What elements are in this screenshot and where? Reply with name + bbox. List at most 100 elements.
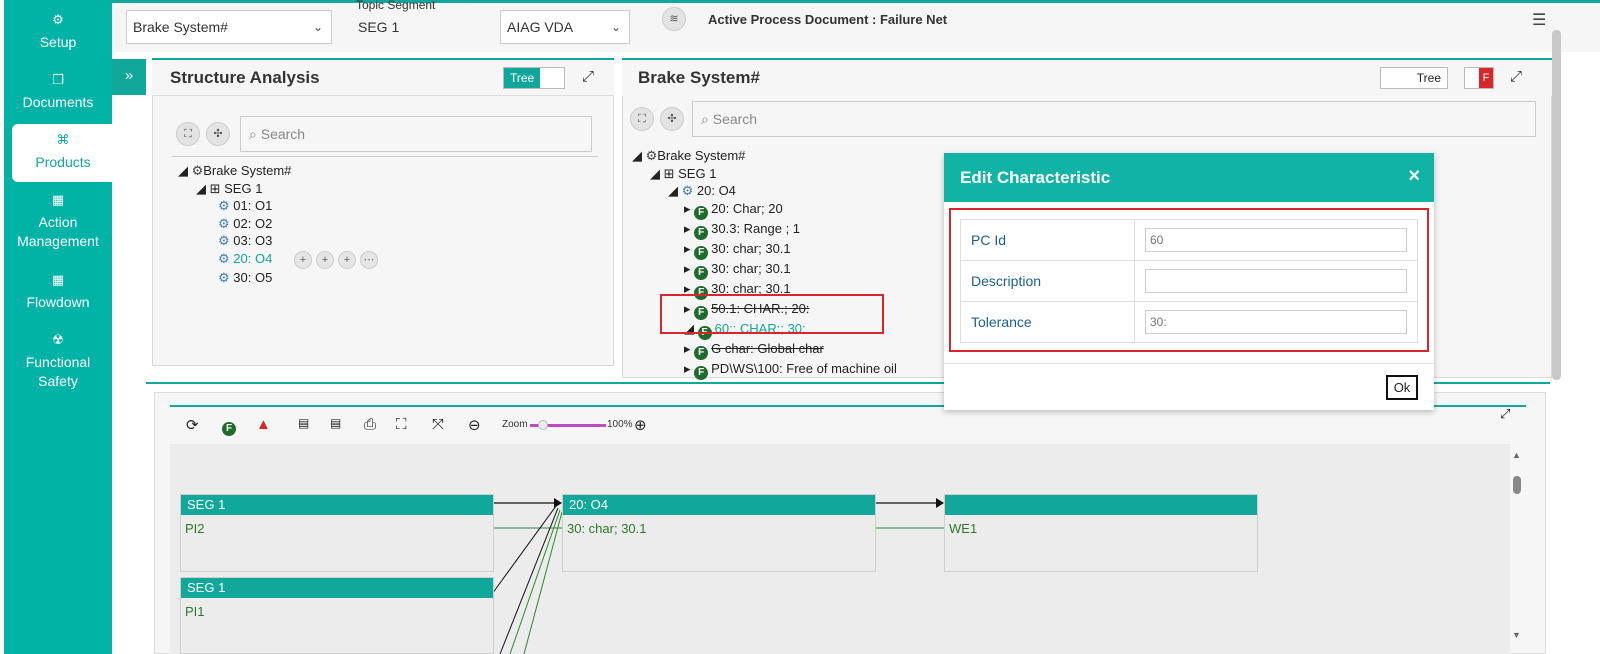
gear-icon: ⚙ [218, 198, 230, 213]
fullscreen-icon[interactable]: ⤧ [432, 416, 444, 433]
failure-toggle[interactable]: F [1464, 67, 1494, 89]
maximize-icon[interactable]: ⤢ [1500, 406, 1510, 422]
add-icon[interactable]: + [337, 250, 356, 269]
brake-tree-toggle[interactable]: Tree [1380, 67, 1448, 89]
tree-item[interactable]: 01: O1 [233, 198, 272, 213]
tree-item[interactable]: 30: O5 [233, 270, 272, 285]
gears-icon: ⚙ [191, 163, 204, 178]
search-icon: ⌕ [249, 126, 261, 142]
structure-title: Structure Analysis [170, 68, 320, 87]
function-badge-icon: F [694, 225, 709, 240]
structure-icon: ⊞ [663, 165, 675, 181]
expand-panel-button[interactable]: » [112, 59, 146, 95]
page-scrollbar[interactable] [1552, 30, 1561, 380]
tree-item[interactable]: 30: char; 30.1 [711, 261, 791, 276]
tree-item[interactable]: PD\WS\100: Free of machine oil [711, 361, 897, 376]
nav-action-management[interactable]: ▦ Action Management [4, 190, 112, 251]
svg-export-icon[interactable]: ▤ [298, 416, 309, 430]
product-select[interactable]: Brake System# ⌄ [126, 10, 332, 44]
structure-icon: ⊞ [209, 180, 221, 196]
tree-item[interactable]: 20: Char; 20 [711, 201, 783, 216]
gear-icon: ⚙ [218, 233, 230, 248]
tree-item[interactable]: 03: O3 [233, 233, 272, 248]
function-badge-icon: F [694, 205, 709, 220]
divider [172, 156, 598, 157]
function-badge-icon: F [694, 345, 709, 360]
fit-screen-icon[interactable]: ⛶ [396, 416, 407, 433]
safety-icon: ☢ [52, 332, 64, 347]
zoom-slider-handle[interactable] [538, 420, 548, 430]
tree-item[interactable]: G char: Global char [711, 341, 824, 356]
close-icon[interactable]: × [1408, 165, 1420, 188]
collapse-all-icon[interactable]: ✣ [660, 107, 684, 131]
dialog-header: Edit Characteristic × [944, 153, 1434, 202]
zoom-value: 100% [607, 419, 633, 430]
tree-item[interactable]: 30: char; 30.1 [711, 241, 791, 256]
function-badge-icon: F [694, 245, 709, 260]
diagram-node[interactable]: SEG 1 PI2 [180, 494, 494, 572]
tree-item[interactable]: 30.3: Range ; 1 [711, 221, 800, 236]
expand-all-icon[interactable]: ⛶ [630, 107, 654, 131]
tree-item[interactable]: 20: O4 [697, 183, 736, 198]
zoom-label: Zoom [502, 419, 528, 430]
brake-title: Brake System# [638, 68, 760, 87]
tree-item[interactable]: Brake System# [657, 148, 745, 163]
diagram-node[interactable]: SEG 1 PI1 [180, 577, 494, 654]
settings-sliders-icon[interactable]: ☰ [1532, 10, 1546, 30]
scroll-thumb[interactable] [1513, 476, 1521, 494]
refresh-icon[interactable]: ⟳ [186, 416, 199, 434]
ok-button[interactable]: Ok [1386, 375, 1418, 400]
diagram-scrollbar[interactable]: ▲ ▼ [1512, 450, 1522, 640]
gears-icon: ⚙ [52, 12, 64, 27]
add-icon[interactable]: + [293, 250, 312, 269]
gear-icon: ⚙ [681, 183, 694, 198]
nav-documents[interactable]: ❐ Documents [4, 70, 112, 112]
nav-setup[interactable]: ⚙ Setup [4, 10, 112, 52]
function-badge-icon[interactable]: F [222, 422, 236, 436]
zoom-in-icon[interactable]: ⊕ [634, 416, 647, 434]
tree-item-selected[interactable]: 20: O4 [233, 251, 272, 266]
standard-select[interactable]: AIAG VDA ⌄ [500, 10, 630, 44]
products-icon: ⌘ [56, 132, 70, 147]
structure-tree-toggle[interactable]: Tree [503, 67, 565, 89]
print-icon[interactable]: ⎙ [364, 416, 376, 433]
structure-tree: ◢ ⚙Brake System# ◢ ⊞ SEG 1 ⚙ 01: O1 ⚙ 02… [178, 162, 382, 286]
tree-item[interactable]: SEG 1 [224, 181, 262, 196]
tree-item[interactable]: SEG 1 [678, 166, 716, 181]
collapse-all-icon[interactable]: ✣ [206, 122, 230, 146]
add-icon[interactable]: + [315, 250, 334, 269]
brake-search-input[interactable]: ⌕ Search [692, 101, 1536, 137]
gear-icon: ⚙ [218, 269, 230, 285]
topic-segment-value[interactable]: SEG 1 [358, 19, 399, 35]
nav-flowdown[interactable]: ▦ Flowdown [4, 270, 112, 312]
structure-search-input[interactable]: ⌕ Search [240, 116, 592, 152]
topic-segment-label: Topic Segment [356, 0, 436, 12]
chevron-down-icon: ⌄ [312, 20, 323, 34]
maximize-icon[interactable]: ⤢ [1510, 68, 1522, 85]
layers-icon[interactable]: ≋ [662, 7, 686, 31]
failure-warning-icon[interactable]: ▲ [256, 416, 271, 433]
highlight-box [949, 208, 1429, 352]
zoom-out-icon[interactable]: ⊖ [468, 416, 481, 434]
png-export-icon[interactable]: ▤ [330, 416, 341, 430]
expand-all-icon[interactable]: ⛶ [176, 122, 200, 146]
search-icon: ⌕ [701, 111, 713, 127]
highlight-box [660, 294, 884, 334]
tree-item[interactable]: 02: O2 [233, 216, 272, 231]
gear-icon: ⚙ [218, 215, 230, 231]
nav-functional-safety[interactable]: ☢ Functional Safety [4, 330, 112, 391]
more-icon[interactable]: ⋯ [359, 250, 378, 269]
dialog-footer-divider [944, 363, 1434, 364]
diagram-node[interactable]: 20: O4 30: char; 30.1 [562, 494, 876, 572]
tree-item[interactable]: Brake System# [203, 163, 291, 178]
documents-icon: ❐ [52, 72, 64, 87]
sidebar: ⚙ Setup ❐ Documents ⌘ Products ▦ Action … [4, 0, 114, 654]
edit-characteristic-dialog: Edit Characteristic × PC Id Description … [944, 153, 1434, 410]
gears-icon: ⚙ [645, 148, 658, 163]
maximize-icon[interactable]: ⤢ [582, 68, 594, 85]
diagram-node[interactable]: WE1 [944, 494, 1258, 572]
function-badge-icon: F [694, 265, 709, 280]
nav-products[interactable]: ⌘ Products [12, 124, 114, 182]
zoom-slider[interactable] [530, 420, 606, 430]
building-icon: ▦ [51, 272, 65, 287]
